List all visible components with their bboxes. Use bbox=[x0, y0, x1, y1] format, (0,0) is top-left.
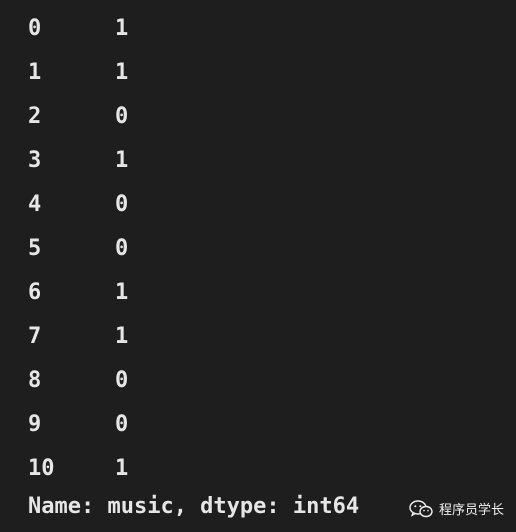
row-value: 1 bbox=[115, 279, 129, 305]
row-value: 0 bbox=[115, 191, 129, 217]
row-value: 0 bbox=[115, 367, 129, 393]
watermark: 程序员学长 bbox=[409, 499, 504, 518]
series-row: 4 0 bbox=[28, 182, 128, 226]
row-index: 0 bbox=[28, 15, 42, 41]
row-index: 7 bbox=[28, 323, 42, 349]
row-index: 1 bbox=[28, 59, 42, 85]
row-value: 1 bbox=[115, 455, 129, 481]
row-value: 0 bbox=[115, 103, 129, 129]
series-row: 6 1 bbox=[28, 270, 128, 314]
series-footer: Name: music, dtype: int64 bbox=[28, 493, 360, 519]
row-index: 5 bbox=[28, 235, 42, 261]
row-value: 1 bbox=[115, 323, 129, 349]
series-row: 2 0 bbox=[28, 94, 128, 138]
row-index: 4 bbox=[28, 191, 42, 217]
watermark-text: 程序员学长 bbox=[438, 503, 504, 518]
series-row: 10 1 bbox=[28, 446, 128, 490]
row-value: 1 bbox=[115, 147, 129, 173]
series-row: 5 0 bbox=[28, 226, 128, 270]
row-index: 9 bbox=[28, 411, 42, 437]
series-row: 3 1 bbox=[28, 138, 128, 182]
wechat-icon bbox=[409, 499, 433, 517]
row-index: 10 bbox=[28, 455, 55, 481]
series-row: 9 0 bbox=[28, 402, 128, 446]
row-index: 3 bbox=[28, 147, 42, 173]
row-value: 0 bbox=[115, 235, 129, 261]
terminal-output: 0 1 1 1 2 0 3 1 4 0 5 0 6 1 7 1 8 0 9 0 … bbox=[0, 0, 516, 532]
row-value: 1 bbox=[115, 15, 129, 41]
series-row: 7 1 bbox=[28, 314, 128, 358]
row-index: 2 bbox=[28, 103, 42, 129]
series-row: 1 1 bbox=[28, 50, 128, 94]
row-value: 1 bbox=[115, 59, 129, 85]
row-index: 8 bbox=[28, 367, 42, 393]
row-value: 0 bbox=[115, 411, 129, 437]
series-row: 8 0 bbox=[28, 358, 128, 402]
series-row: 0 1 bbox=[28, 6, 128, 50]
row-index: 6 bbox=[28, 279, 42, 305]
series-rows: 0 1 1 1 2 0 3 1 4 0 5 0 6 1 7 1 8 0 9 0 … bbox=[28, 6, 128, 490]
